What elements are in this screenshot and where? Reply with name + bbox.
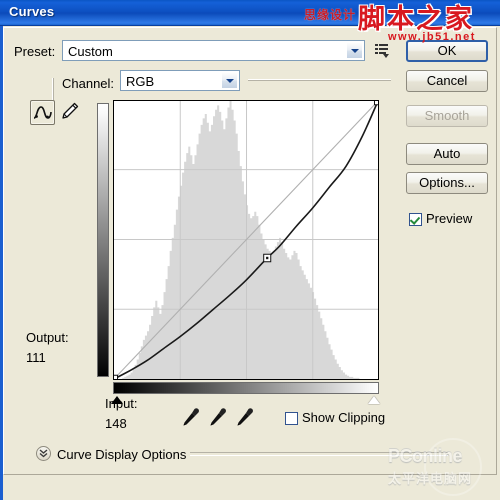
- curve-control-point-selected[interactable]: [266, 256, 269, 260]
- channel-value: RGB: [126, 74, 155, 89]
- chevron-down-icon[interactable]: [221, 72, 238, 89]
- preset-dropdown[interactable]: Custom: [62, 40, 365, 61]
- dialog-title: Curves: [9, 4, 55, 19]
- output-label: Output:: [26, 330, 69, 345]
- preset-value: Custom: [68, 44, 113, 59]
- curve-display-options-separator: [190, 452, 448, 456]
- eyedropper-gray-point-button[interactable]: [207, 406, 229, 428]
- curve-graph[interactable]: [97, 100, 380, 404]
- ok-button[interactable]: OK: [406, 40, 488, 62]
- curve-control-point[interactable]: [374, 101, 378, 105]
- preset-menu-icon[interactable]: [374, 42, 391, 59]
- cancel-button[interactable]: Cancel: [406, 70, 488, 92]
- show-clipping-checkbox[interactable]: [285, 412, 298, 425]
- chevron-double-down-icon: [39, 449, 48, 458]
- options-button[interactable]: Options...: [406, 172, 488, 194]
- pencil-tool-button[interactable]: [58, 100, 83, 125]
- preview-label: Preview: [426, 211, 473, 226]
- curve-display-options-expander[interactable]: [36, 446, 51, 461]
- eyedropper-white-point-icon: [237, 408, 253, 426]
- input-label: Input:: [105, 396, 138, 411]
- eyedropper-gray-point-icon: [210, 408, 226, 426]
- curves-dialog-screenshot: Curves Preset: Custom Channel: RGB Outpu…: [0, 0, 500, 500]
- dialog-titlebar: Curves: [0, 0, 500, 26]
- auto-button[interactable]: Auto: [406, 143, 488, 165]
- pencil-icon: [62, 102, 79, 119]
- output-gradient-strip: [97, 103, 109, 377]
- eyedropper-black-point-icon: [183, 408, 199, 426]
- show-clipping-label: Show Clipping: [302, 410, 386, 425]
- curve-plot-area[interactable]: [113, 100, 379, 380]
- eyedropper-black-point-button[interactable]: [180, 406, 202, 428]
- chevron-down-icon[interactable]: [346, 42, 363, 59]
- curve-display-options-label[interactable]: Curve Display Options: [57, 447, 186, 462]
- channel-group-left-border: [52, 78, 54, 100]
- input-value: 148: [105, 416, 127, 431]
- channel-group-top-border: [248, 79, 391, 81]
- preview-checkbox[interactable]: [409, 213, 422, 226]
- curve-control-point[interactable]: [114, 375, 118, 379]
- channel-dropdown[interactable]: RGB: [120, 70, 240, 91]
- output-value: 111: [26, 350, 46, 365]
- curve-plot-svg[interactable]: [114, 101, 378, 379]
- white-point-slider[interactable]: [368, 396, 380, 404]
- eyedropper-white-point-button[interactable]: [234, 406, 256, 428]
- preset-label: Preset:: [14, 44, 56, 59]
- curves-dialog: Curves Preset: Custom Channel: RGB Outpu…: [0, 0, 500, 500]
- curve-draw-icon: [33, 106, 52, 119]
- curve-draw-tool-button[interactable]: [30, 100, 55, 125]
- channel-label: Channel:: [62, 76, 115, 91]
- smooth-button: Smooth: [406, 105, 488, 127]
- input-gradient-strip: [113, 382, 379, 394]
